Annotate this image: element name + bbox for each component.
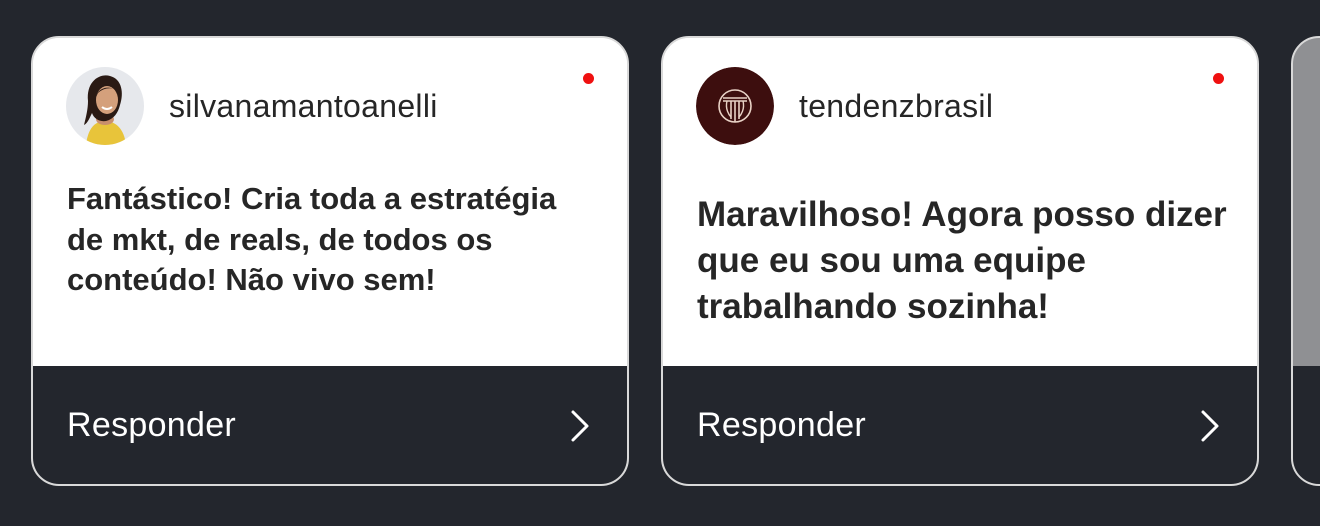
profile-photo-icon bbox=[66, 67, 144, 145]
reply-label: Responder bbox=[67, 406, 237, 444]
reply-button[interactable]: Responder bbox=[663, 366, 1257, 484]
message-text: Maravilhoso! Agora posso dizer que eu so… bbox=[697, 195, 1227, 326]
username[interactable]: silvanamantoanelli bbox=[169, 88, 438, 125]
card-content: silvanamantoanelli Fantástico! Cria toda… bbox=[33, 38, 627, 366]
next-card-peek[interactable] bbox=[1291, 36, 1320, 486]
unread-dot-icon bbox=[583, 73, 594, 84]
next-card-footer bbox=[1293, 366, 1320, 484]
chevron-right-icon bbox=[571, 410, 589, 442]
username[interactable]: tendenzbrasil bbox=[799, 88, 993, 125]
unread-dot-icon bbox=[1213, 73, 1224, 84]
card-content: tendenzbrasil Maravilhoso! Agora posso d… bbox=[663, 38, 1257, 366]
message-card[interactable]: tendenzbrasil Maravilhoso! Agora posso d… bbox=[661, 36, 1259, 486]
message-card[interactable]: silvanamantoanelli Fantástico! Cria toda… bbox=[31, 36, 629, 486]
avatar[interactable] bbox=[696, 67, 774, 145]
chevron-right-icon bbox=[1201, 410, 1219, 442]
reply-label: Responder bbox=[697, 406, 867, 444]
reply-button[interactable]: Responder bbox=[33, 366, 627, 484]
brand-logo-icon bbox=[696, 67, 774, 145]
message-text: Fantástico! Cria toda a estratégia de mk… bbox=[67, 181, 557, 297]
avatar[interactable] bbox=[66, 67, 144, 145]
